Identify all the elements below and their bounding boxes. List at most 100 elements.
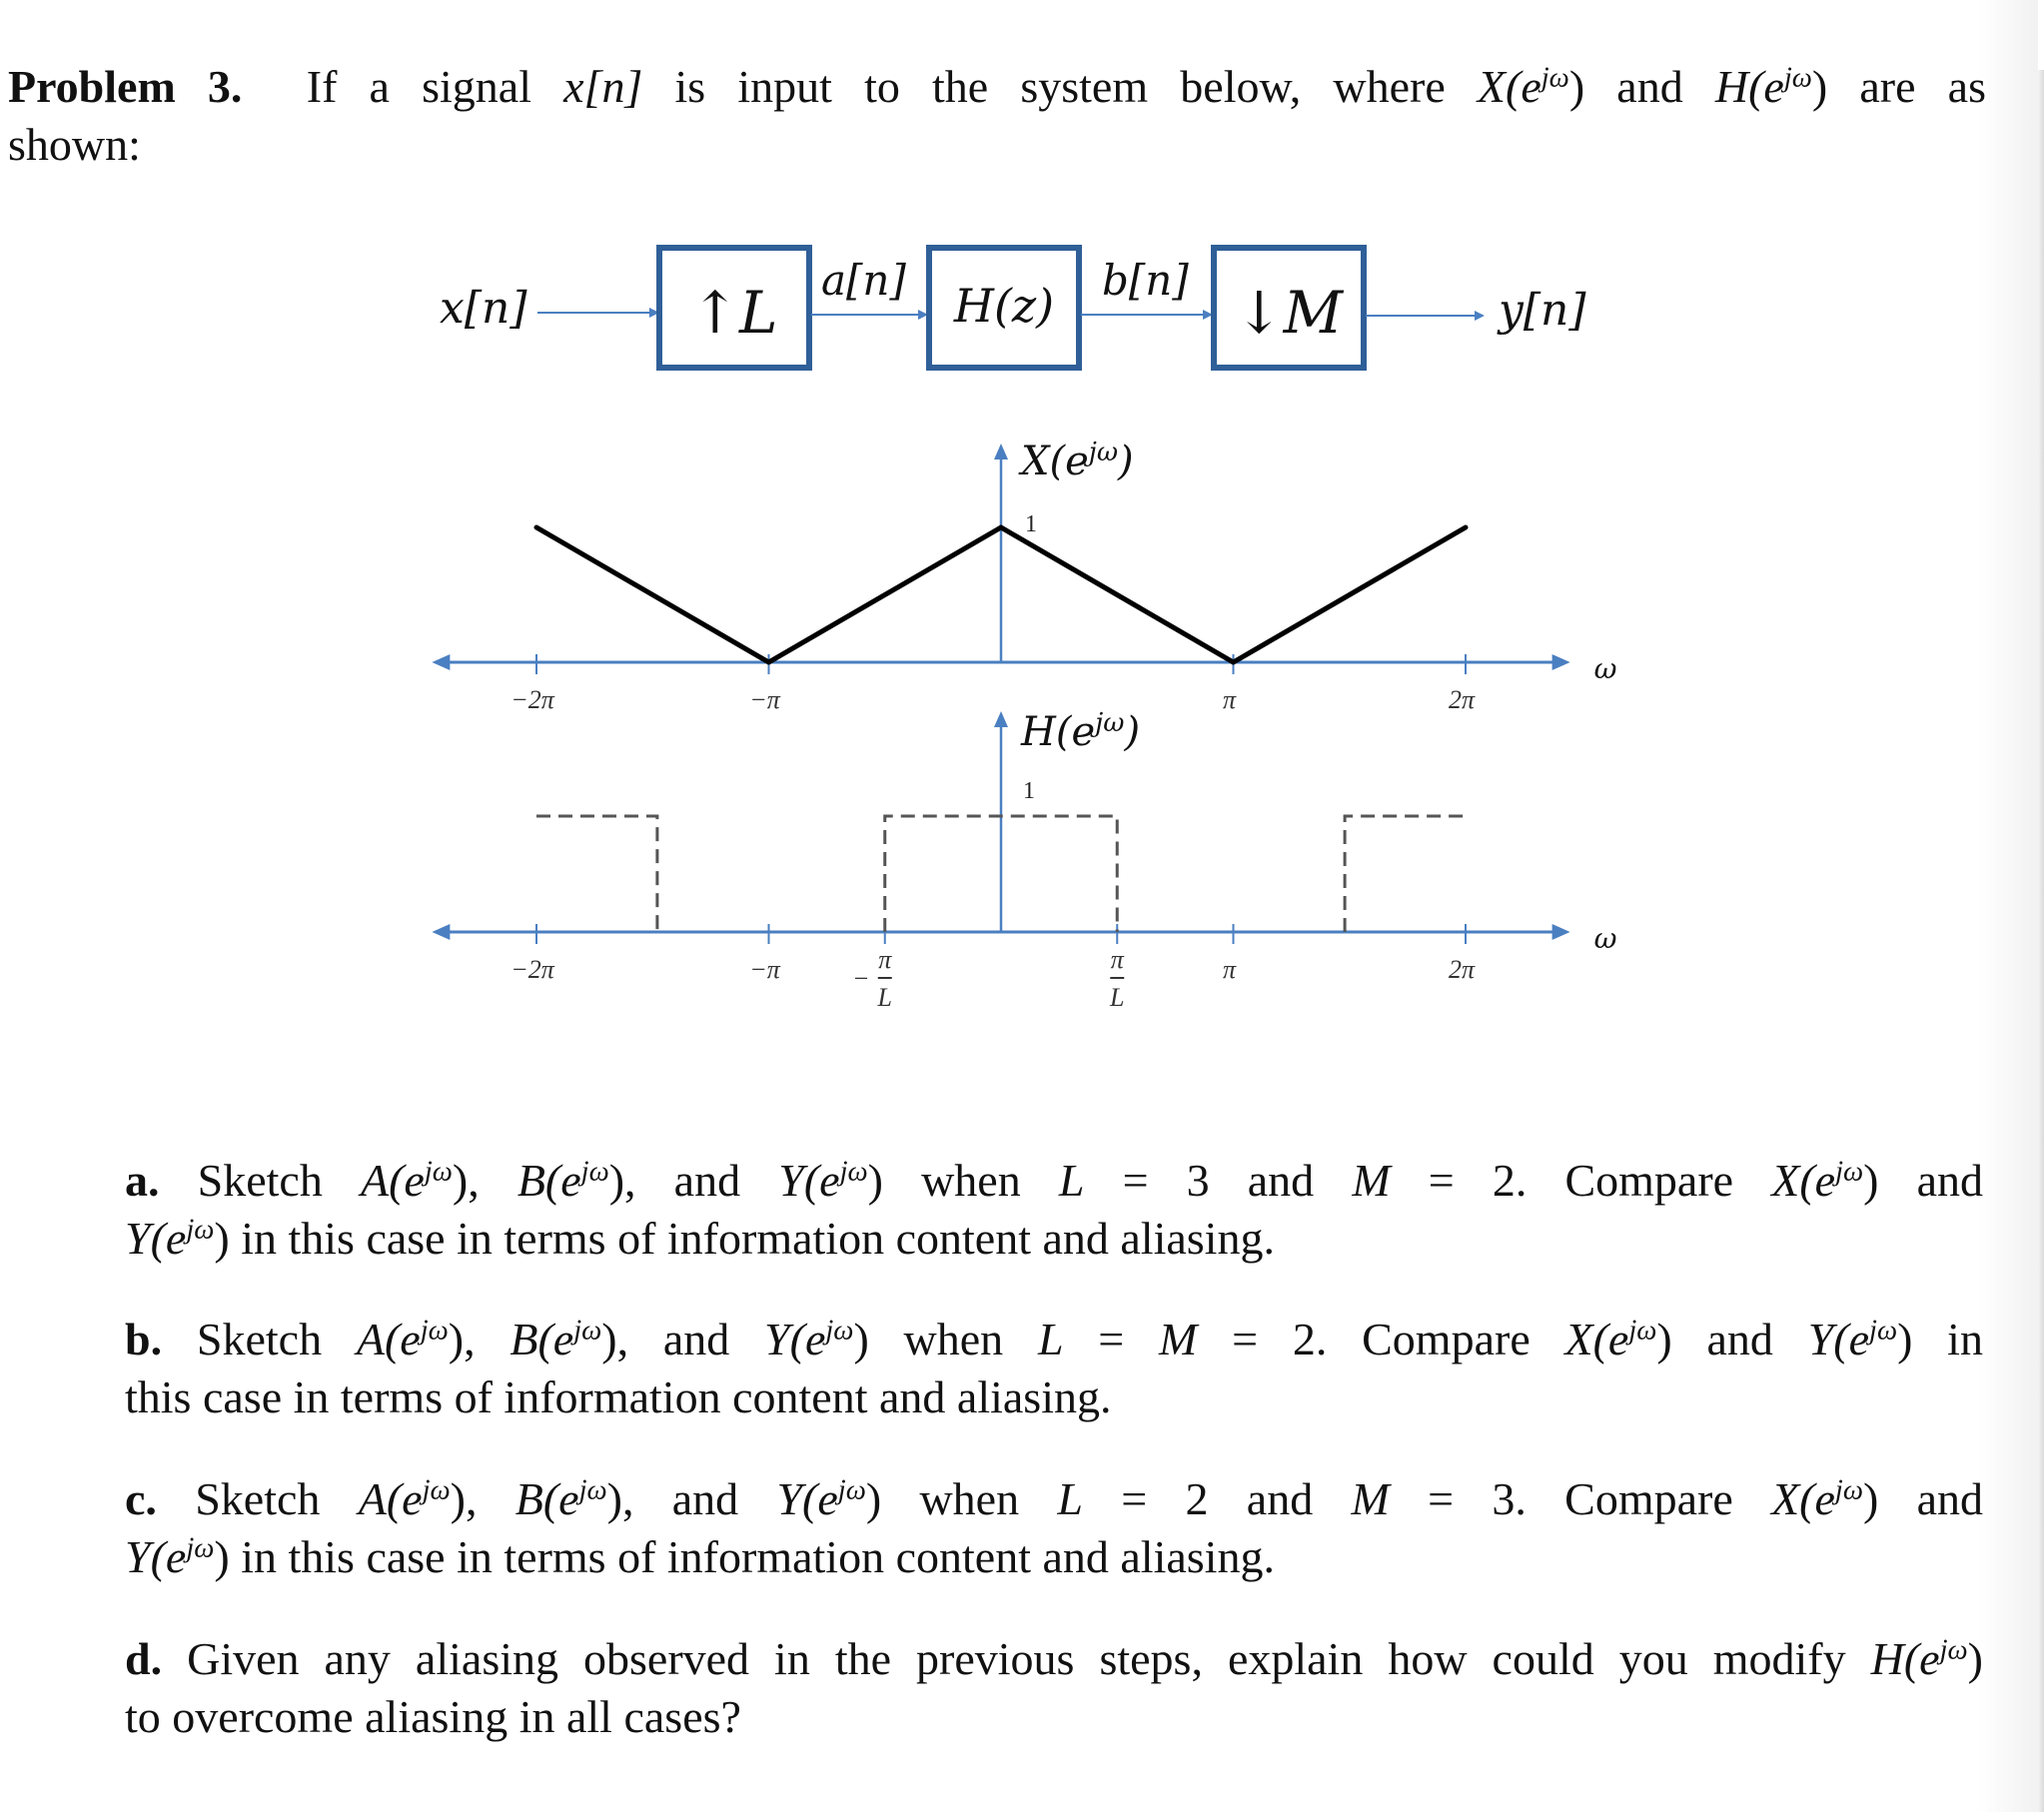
text-run: ), and [608,1155,779,1206]
x-tick-label-denominator: L [1109,983,1124,1012]
filter-passband [1343,814,1466,932]
math-symbol: H(e [1870,1633,1940,1684]
question-c: c. Sketch A(ejω), B(ejω), and Y(ejω) whe… [125,1470,1983,1586]
peak-value-label: 1 [1025,511,1037,537]
downsampler-label: ↓M [1235,279,1345,347]
question-b: b. Sketch A(ejω), B(ejω), and Y(ejω) whe… [125,1311,1983,1426]
math-symbol: M [1351,1473,1390,1524]
block-diagram: x[n] ↑L a[n] H(z) b[n] ↓M y[n] [440,245,1586,371]
x-tick-label: −2π [511,685,555,714]
math-symbol: L [1057,1473,1083,1524]
x-tick-label: π [1223,955,1237,984]
figure: x[n] ↑L a[n] H(z) b[n] ↓M y[n] ωX(ejω)−2… [432,245,1617,1012]
x-tick-label: −π [749,685,781,714]
superscript: jω [1835,1156,1864,1188]
math-symbol: B(e [516,1155,581,1206]
signal-a-label: a[n] [821,256,906,305]
text-run: ) in [1897,1314,1983,1364]
spectrum-segment [766,524,1004,665]
text-run: = 3. Compare [1389,1473,1772,1524]
math-symbol: Y(e [776,1473,838,1524]
text-run: ), and [601,1314,765,1364]
math-symbol: L [1058,1155,1085,1206]
x-tick-label: 2π [1449,955,1476,984]
text-run: Sketch [195,1473,359,1524]
text-run: ), and [606,1473,777,1524]
x-tick-label-numerator: π [878,945,892,974]
text-run: = 2. Compare [1197,1314,1565,1364]
text-run: = [1063,1314,1160,1364]
upsampler-label: ↑L [690,279,777,347]
output-signal-label: y[n] [1497,285,1586,336]
question-a-line-1: a. Sketch A(ejω), B(ejω), and Y(ejω) whe… [125,1152,1983,1210]
text-run: = 2. Compare [1390,1155,1772,1206]
superscript: jω [1939,1634,1968,1666]
y-axis-label: X(ejω) [1018,438,1134,484]
superscript: jω [186,1532,215,1564]
superscript: jω [573,1315,602,1347]
text-run: ) and [1863,1155,1983,1206]
question-b-line-1: b. Sketch A(ejω), B(ejω), and Y(ejω) whe… [125,1311,1983,1368]
x-tick-label-sign: − [852,964,870,993]
text-run: ) in this case in terms of information c… [214,1213,1275,1264]
math-symbol: A(e [356,1314,421,1364]
filter-passband [536,814,659,932]
math-symbol: A(e [358,1473,423,1524]
y-axis-arrow [994,711,1008,727]
math-symbol: Y(e [125,1213,187,1264]
question-label: d. [125,1633,163,1684]
text-run: ) when [853,1314,1038,1364]
math-symbol: L [1037,1314,1064,1364]
math-symbol: B(e [510,1314,574,1364]
superscript: jω [825,1315,854,1347]
x-tick-label: −π [749,955,781,984]
math-symbol: M [1159,1314,1198,1364]
math-symbol: A(e [360,1155,425,1206]
question-d-line-2: to overcome aliasing in all cases? [125,1691,741,1742]
input-signal-label: x[n] [440,283,527,334]
x-tick-label: π [1223,685,1237,714]
text-run: Sketch [197,1155,361,1206]
text-run: = 3 and [1084,1155,1353,1206]
x-tick-label: 2π [1449,685,1476,714]
x-tick-label: −2π [511,955,555,984]
text-run: ) [1967,1633,1983,1684]
math-symbol: Y(e [764,1314,826,1364]
text-run: ) in this case in terms of information c… [214,1531,1275,1582]
x-tick-label-denominator: L [877,983,892,1012]
signal-b-label: b[n] [1102,256,1189,305]
superscript: jω [837,1474,866,1506]
math-symbol: X(e [1771,1155,1836,1206]
x-axis-label: ω [1594,652,1617,685]
text-run: ) and [1656,1314,1808,1364]
text-run: ), [452,1155,517,1206]
question-a-line-2: Y(ejω) in this case in terms of informat… [125,1213,1275,1264]
x-axis-label: ω [1594,922,1617,955]
question-a: a. Sketch A(ejω), B(ejω), and Y(ejω) whe… [125,1152,1983,1268]
question-label: b. [125,1314,163,1364]
x-axis-left-arrow [432,924,451,940]
text-run: ) when [865,1473,1058,1524]
spectrum-segment [998,524,1236,665]
text-run: ) when [867,1155,1059,1206]
filter-label: H(z) [953,279,1054,333]
superscript: jω [839,1156,868,1188]
question-label: c. [125,1473,157,1524]
level-value-label: 1 [1023,778,1035,804]
text-run: Sketch [196,1314,357,1364]
text-run: ) and [1862,1473,1983,1524]
x-axis-left-arrow [432,654,451,670]
math-symbol: X(e [1771,1473,1835,1524]
math-symbol: X(e [1564,1314,1629,1364]
math-symbol: Y(e [778,1155,840,1206]
superscript: jω [1834,1474,1863,1506]
text-run: Given any aliasing observed in the previ… [187,1633,1871,1684]
y-axis-arrow [994,444,1008,459]
question-d: d. Given any aliasing observed in the pr… [125,1630,1983,1746]
superscript: jω [580,1156,609,1188]
math-symbol: B(e [514,1473,579,1524]
question-c-line-2: Y(ejω) in this case in terms of informat… [125,1531,1275,1582]
question-d-line-1: d. Given any aliasing observed in the pr… [125,1630,1983,1688]
x-axis-right-arrow [1551,924,1570,940]
superscript: jω [420,1315,449,1347]
